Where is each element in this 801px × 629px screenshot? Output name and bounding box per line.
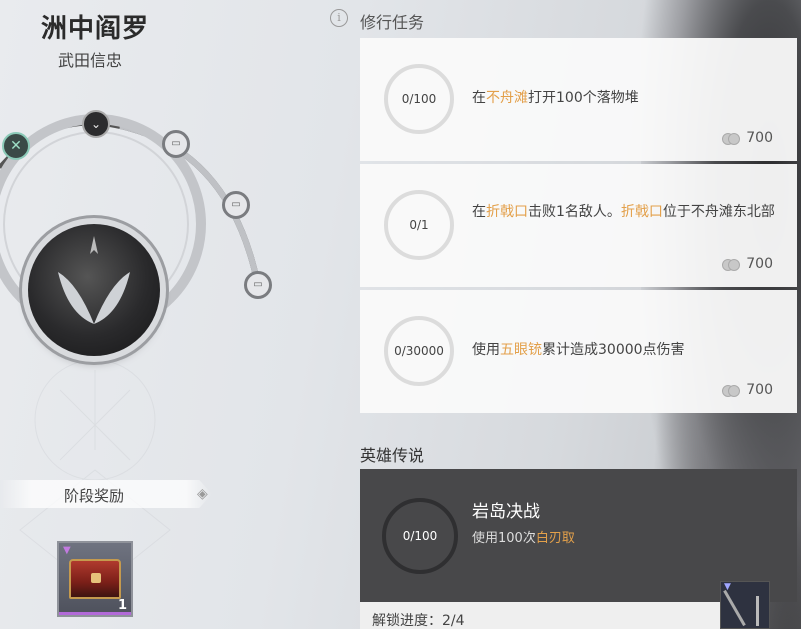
rarity-underline	[59, 612, 131, 615]
legend-progress-ring: 0/100	[382, 498, 458, 574]
treasure-chest-icon	[69, 559, 121, 599]
info-icon[interactable]: i	[330, 9, 348, 27]
unlock-progress-text: 解锁进度：2/4	[372, 613, 465, 629]
currency-icon	[722, 133, 741, 145]
task-progress-ring: 0/1	[384, 190, 454, 260]
background-ornament	[19, 359, 171, 591]
task-card[interactable]: 0/1 在折戟口击败1名敌人。折戟口位于不舟滩东北部 700	[360, 164, 797, 287]
task-reward: 700	[722, 382, 773, 398]
rarity-icon: ▼	[63, 545, 71, 556]
currency-icon	[722, 259, 741, 271]
legend-section-title: 英雄传说	[360, 446, 425, 465]
task-description: 在折戟口击败1名敌人。折戟口位于不舟滩东北部	[472, 204, 775, 220]
task-card[interactable]: 0/30000 使用五眼铳累计造成30000点伤害 700	[360, 290, 797, 413]
rarity-icon: ▼	[724, 582, 731, 592]
task-description: 在不舟滩打开100个落物堆	[472, 90, 639, 106]
task-description: 使用五眼铳累计造成30000点伤害	[472, 342, 685, 358]
task-progress-ring: 0/30000	[384, 316, 454, 386]
task-reward: 700	[722, 256, 773, 272]
node-x-icon[interactable]: ✕	[2, 132, 30, 160]
tasks-section-title: 修行任务	[360, 13, 425, 32]
weapon-thumbnail[interactable]: ▼	[720, 581, 770, 629]
emblem-v-icon	[58, 236, 130, 324]
stage-reward-item[interactable]: ▼ 1	[57, 541, 133, 617]
hero-name: 洲中阎罗	[41, 14, 150, 44]
legend-title: 岩岛决战	[472, 502, 540, 522]
node-locked-icon-1[interactable]: ▭	[162, 130, 190, 158]
node-active-icon[interactable]: ⌄	[82, 110, 110, 138]
hero-subtitle: 武田信忠	[58, 51, 123, 70]
task-card[interactable]: 0/100 在不舟滩打开100个落物堆 700	[360, 38, 797, 161]
diamond-ornament-icon: ◈	[197, 486, 208, 502]
reward-item-count: 1	[117, 598, 127, 613]
task-progress-ring: 0/100	[384, 64, 454, 134]
currency-icon	[722, 385, 741, 397]
task-reward: 700	[722, 130, 773, 146]
hero-emblem[interactable]	[28, 224, 160, 356]
node-locked-icon-3[interactable]: ▭	[244, 271, 272, 299]
node-locked-icon-2[interactable]: ▭	[222, 191, 250, 219]
stage-reward-label: 阶段奖励	[64, 487, 125, 505]
legend-description: 使用100次白刃取	[472, 531, 575, 546]
